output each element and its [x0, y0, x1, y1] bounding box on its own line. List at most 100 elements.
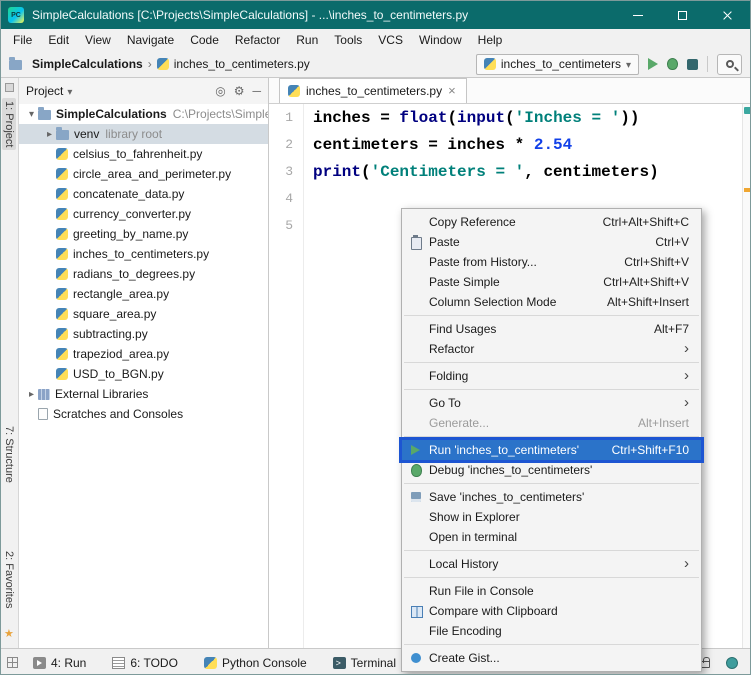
tree-item-external-libraries[interactable]: ▸External Libraries	[19, 384, 268, 404]
tree-item-scratches-and-consoles[interactable]: Scratches and Consoles	[19, 404, 268, 424]
context-file-encoding[interactable]: File Encoding	[402, 621, 701, 641]
close-button[interactable]	[705, 1, 750, 29]
menu-window[interactable]: Window	[411, 29, 470, 51]
code-text[interactable]: print('Centimeters = ', centimeters)	[303, 163, 659, 181]
inspection-status-icon[interactable]	[744, 107, 751, 114]
menu-file[interactable]: File	[5, 29, 40, 51]
minimize-button[interactable]	[615, 1, 660, 29]
tab-inches-to-centimeters[interactable]: inches_to_centimeters.py	[279, 78, 467, 103]
tree-item-circle-area-and-perimeter-py[interactable]: circle_area_and_perimeter.py	[19, 164, 268, 184]
context-refactor[interactable]: Refactor›	[402, 339, 701, 359]
context-paste-from-history[interactable]: Paste from History...Ctrl+Shift+V	[402, 252, 701, 272]
tree-arrow-icon[interactable]: ▸	[43, 129, 56, 140]
breadcrumb-project[interactable]: SimpleCalculations	[32, 57, 143, 71]
code-text[interactable]: centimeters = inches * 2.54	[303, 136, 572, 154]
menu-tools[interactable]: Tools	[326, 29, 370, 51]
code-line-2: 2centimeters = inches * 2.54	[269, 131, 742, 158]
menu-run[interactable]: Run	[288, 29, 326, 51]
toolwindow-4-run[interactable]: 4: Run	[33, 656, 86, 670]
menu-item-label: Generate...	[429, 416, 489, 430]
maximize-button[interactable]	[660, 1, 705, 29]
toolwindow-switcher-icon[interactable]	[7, 657, 18, 668]
python-icon	[204, 657, 217, 669]
context-run-file-in-console[interactable]: Run File in Console	[402, 581, 701, 601]
locate-icon[interactable]: ◎	[215, 84, 225, 98]
readonly-lock-icon[interactable]	[701, 661, 710, 668]
run-button[interactable]	[648, 58, 658, 70]
debug-button[interactable]	[667, 58, 678, 70]
context-copy-reference[interactable]: Copy ReferenceCtrl+Alt+Shift+C	[402, 212, 701, 232]
menu-view[interactable]: View	[77, 29, 119, 51]
run-configuration-select[interactable]: inches_to_centimeters	[476, 54, 639, 75]
favorites-star-icon[interactable]	[4, 627, 14, 640]
tab-close-icon[interactable]	[448, 85, 458, 97]
menu-separator	[404, 483, 699, 484]
py-icon	[56, 268, 68, 280]
menu-help[interactable]: Help	[470, 29, 511, 51]
toolwindow-button-project[interactable]: 1: Project	[2, 98, 16, 150]
code-text[interactable]: inches = float(input('Inches = '))	[303, 109, 640, 127]
menu-edit[interactable]: Edit	[40, 29, 77, 51]
context-run-inches-to-centimeters[interactable]: Run 'inches_to_centimeters'Ctrl+Shift+F1…	[402, 440, 701, 460]
context-paste-simple[interactable]: Paste SimpleCtrl+Alt+Shift+V	[402, 272, 701, 292]
tree-item-inches-to-centimeters-py[interactable]: inches_to_centimeters.py	[19, 244, 268, 264]
tree-item-radians-to-degrees-py[interactable]: radians_to_degrees.py	[19, 264, 268, 284]
context-create-gist[interactable]: Create Gist...	[402, 648, 701, 668]
menu-navigate[interactable]: Navigate	[119, 29, 182, 51]
settings-gear-icon[interactable]: ⚙	[234, 84, 245, 98]
maximize-icon	[678, 11, 687, 20]
python-file-icon	[157, 58, 169, 70]
editor-scrollbar[interactable]	[742, 104, 751, 648]
context-go-to[interactable]: Go To›	[402, 393, 701, 413]
tree-item-simplecalculations[interactable]: ▾SimpleCalculationsC:\Projects\SimpleC	[19, 104, 268, 124]
tree-item-concatenate-data-py[interactable]: concatenate_data.py	[19, 184, 268, 204]
stop-button[interactable]	[687, 59, 698, 70]
submenu-arrow-icon: ›	[684, 396, 689, 410]
menu-code[interactable]: Code	[182, 29, 227, 51]
tree-item-currency-converter-py[interactable]: currency_converter.py	[19, 204, 268, 224]
context-save-inches-to-centimeters[interactable]: Save 'inches_to_centimeters'	[402, 487, 701, 507]
py-icon	[56, 308, 68, 320]
context-generate[interactable]: Generate...Alt+Insert	[402, 413, 701, 433]
tree-item-greeting-by-name-py[interactable]: greeting_by_name.py	[19, 224, 268, 244]
breadcrumb-file[interactable]: inches_to_centimeters.py	[174, 57, 310, 71]
run-tw-icon	[33, 657, 46, 669]
menu-vcs[interactable]: VCS	[370, 29, 411, 51]
toolwindow-terminal[interactable]: Terminal	[333, 656, 396, 670]
context-column-selection-mode[interactable]: Column Selection ModeAlt+Shift+Insert	[402, 292, 701, 312]
tree-item-subtracting-py[interactable]: subtracting.py	[19, 324, 268, 344]
tree-item-square-area-py[interactable]: square_area.py	[19, 304, 268, 324]
toolwindow-python-console[interactable]: Python Console	[204, 656, 307, 670]
tree-item-celsius-to-fahrenheit-py[interactable]: celsius_to_fahrenheit.py	[19, 144, 268, 164]
toolwindow-button-favorites[interactable]: 2: Favorites	[3, 551, 15, 608]
context-find-usages[interactable]: Find UsagesAlt+F7	[402, 319, 701, 339]
tree-item-venv[interactable]: ▸venvlibrary root	[19, 124, 268, 144]
py-icon	[56, 328, 68, 340]
tree-item-trapeziod-area-py[interactable]: trapeziod_area.py	[19, 344, 268, 364]
context-show-in-explorer[interactable]: Show in Explorer	[402, 507, 701, 527]
menu-shortcut: Ctrl+Shift+F10	[594, 443, 689, 457]
tree-arrow-icon[interactable]: ▾	[25, 109, 38, 120]
inspections-indicator-icon[interactable]	[726, 657, 738, 669]
toolwindow-button-structure[interactable]: 7: Structure	[3, 426, 15, 483]
project-panel-title[interactable]: Project	[26, 84, 63, 98]
toolwindow-6-todo[interactable]: 6: TODO	[112, 656, 178, 670]
toolbar-divider	[707, 56, 708, 72]
context-compare-with-clipboard[interactable]: Compare with Clipboard	[402, 601, 701, 621]
tree-label: venv	[74, 127, 99, 141]
context-local-history[interactable]: Local History›	[402, 554, 701, 574]
tree-item-rectangle-area-py[interactable]: rectangle_area.py	[19, 284, 268, 304]
context-open-in-terminal[interactable]: Open in terminal	[402, 527, 701, 547]
hide-panel-icon[interactable]: ─	[252, 84, 261, 98]
menu-refactor[interactable]: Refactor	[227, 29, 288, 51]
tool-window-icon[interactable]	[5, 83, 14, 92]
stripe-warning-mark[interactable]	[744, 188, 751, 192]
context-paste[interactable]: PasteCtrl+V	[402, 232, 701, 252]
context-debug-inches-to-centimeters[interactable]: Debug 'inches_to_centimeters'	[402, 460, 701, 480]
context-folding[interactable]: Folding›	[402, 366, 701, 386]
chevron-down-icon[interactable]	[67, 84, 72, 98]
search-everywhere-button[interactable]	[717, 54, 742, 75]
tree-item-usd-to-bgn-py[interactable]: USD_to_BGN.py	[19, 364, 268, 384]
icon-spacer	[409, 416, 423, 430]
tree-arrow-icon[interactable]: ▸	[25, 389, 38, 400]
